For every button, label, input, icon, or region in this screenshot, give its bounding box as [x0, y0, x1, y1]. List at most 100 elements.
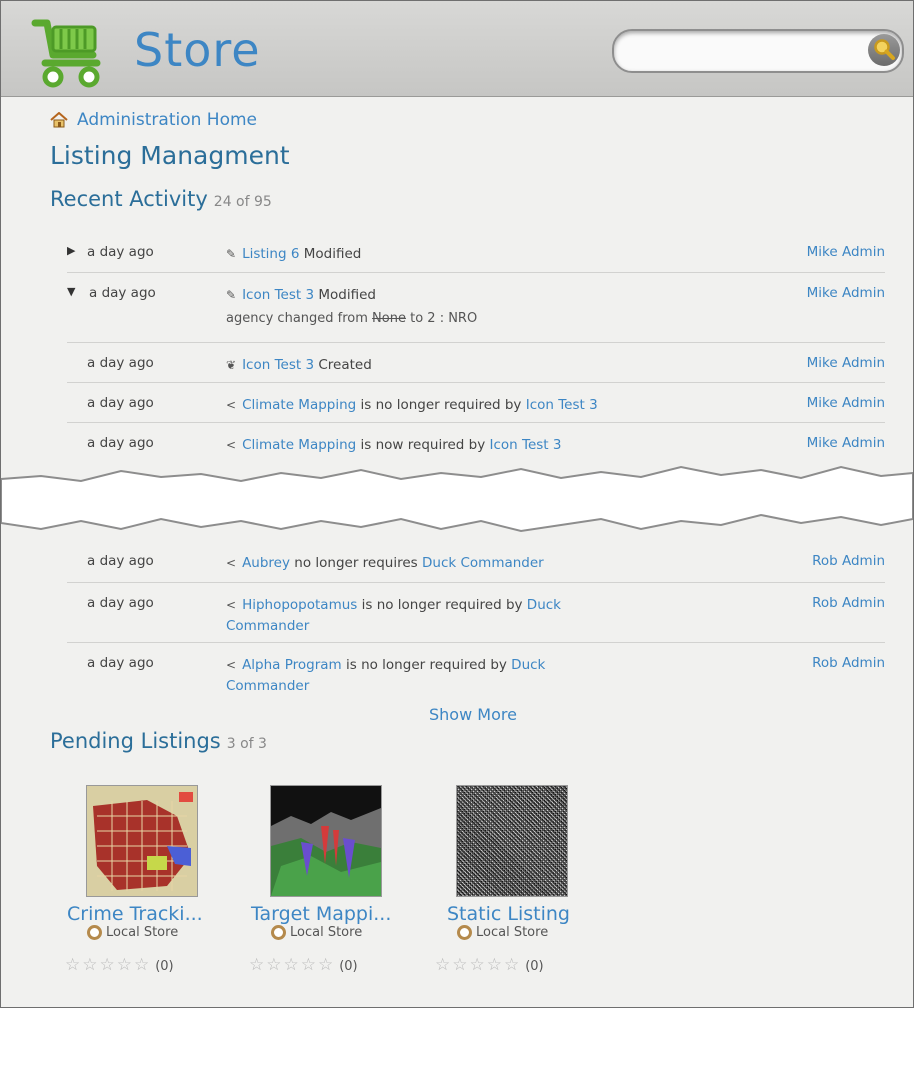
store-tag: Local Store [457, 925, 548, 940]
detail-old-value: None [372, 311, 406, 326]
star-icon[interactable]: ☆☆☆☆☆ [249, 955, 335, 975]
activity-description: < Climate Mapping is no longer required b… [226, 395, 646, 416]
leaf-icon: ❦ [226, 358, 237, 372]
store-name: Local Store [476, 925, 549, 940]
activity-row: a day ago < Climate Mapping is now requir… [67, 422, 885, 463]
rating-count: (0) [339, 959, 358, 974]
torn-paper-divider [1, 465, 913, 533]
activity-text: Created [314, 357, 372, 373]
activity-time: a day ago [87, 655, 154, 671]
activity-link-secondary[interactable]: Icon Test 3 [489, 437, 561, 453]
terrain-image [271, 786, 381, 896]
store-ring-icon [271, 925, 286, 940]
rating-count: (0) [525, 959, 544, 974]
activity-row: a day ago < Aubrey no longer requires Duc… [67, 541, 885, 581]
recent-activity-count: 24 of 95 [213, 194, 272, 210]
activity-row[interactable]: ▶ a day ago ✎ Listing 6 Modified Mike Adm… [67, 232, 885, 272]
listing-title[interactable]: Static Listing [447, 903, 570, 925]
activity-link[interactable]: Aubrey [242, 555, 290, 571]
search-button[interactable] [868, 34, 900, 66]
listing-title[interactable]: Target Mappi... [251, 903, 391, 925]
rating-count: (0) [155, 959, 174, 974]
activity-text: Modified [299, 246, 362, 262]
search-input[interactable] [632, 39, 866, 63]
listing-card[interactable]: Static Listing Local Store ☆☆☆☆☆ (0) [435, 785, 617, 985]
city-map-image [87, 786, 197, 896]
activity-user[interactable]: Mike Admin [807, 285, 885, 301]
recent-activity-title: Recent Activity [50, 187, 208, 211]
activity-text: no longer requires [289, 555, 422, 571]
activity-time: a day ago [87, 244, 154, 260]
activity-user[interactable]: Rob Admin [812, 595, 885, 611]
listing-card[interactable]: Crime Tracki... Local Store ☆☆☆☆☆ (0) [65, 785, 247, 985]
activity-description: < Climate Mapping is now required by Icon… [226, 435, 646, 456]
activity-detail: agency changed from None to 2 : NRO [226, 311, 477, 326]
star-icon[interactable]: ☆☆☆☆☆ [435, 955, 521, 975]
listing-card[interactable]: Target Mappi... Local Store ☆☆☆☆☆ (0) [249, 785, 431, 985]
activity-link[interactable]: Climate Mapping [242, 437, 356, 453]
listing-thumbnail[interactable] [86, 785, 198, 897]
activity-text: is no longer required by [356, 397, 526, 413]
activity-row[interactable]: ▼ a day ago ✎ Icon Test 3 Modified Mike A… [67, 272, 885, 343]
store-ring-icon [87, 925, 102, 940]
activity-row: a day ago < Hiphopopotamus is no longer r… [67, 582, 885, 643]
breadcrumb[interactable]: Administration Home [50, 110, 257, 130]
activity-user[interactable]: Mike Admin [807, 355, 885, 371]
store-ring-icon [457, 925, 472, 940]
activity-link[interactable]: Icon Test 3 [242, 357, 314, 373]
activity-link[interactable]: Icon Test 3 [242, 287, 314, 303]
activity-time: a day ago [87, 595, 154, 611]
activity-time: a day ago [89, 285, 156, 301]
activity-row: a day ago ❦ Icon Test 3 Created Mike Admi… [67, 342, 885, 383]
pending-listings-heading: Pending Listings 3 of 3 [50, 729, 267, 753]
activity-text: is now required by [356, 437, 490, 453]
activity-description: ✎ Listing 6 Modified [226, 244, 606, 265]
rating-stars[interactable]: ☆☆☆☆☆ (0) [435, 955, 544, 975]
store-title: Store [134, 23, 261, 77]
activity-link-secondary[interactable]: Icon Test 3 [526, 397, 598, 413]
activity-link-secondary[interactable]: Duck Commander [422, 555, 544, 571]
activity-description: < Hiphopopotamus is no longer required by… [226, 595, 596, 637]
search-box [612, 29, 904, 73]
activity-description: ✎ Icon Test 3 Modified [226, 285, 606, 306]
activity-text: is no longer required by [341, 657, 512, 673]
collapse-arrow-icon[interactable]: ▼ [67, 285, 75, 298]
recent-activity-heading: Recent Activity 24 of 95 [50, 187, 272, 211]
share-icon: < [226, 658, 237, 672]
activity-row: a day ago < Alpha Program is no longer re… [67, 642, 885, 699]
activity-text: Modified [314, 287, 376, 303]
listing-thumbnail[interactable] [270, 785, 382, 897]
rating-stars[interactable]: ☆☆☆☆☆ (0) [65, 955, 174, 975]
activity-user[interactable]: Rob Admin [812, 553, 885, 569]
magnifier-icon [874, 39, 895, 60]
shopping-cart-icon[interactable] [31, 13, 109, 89]
edit-icon: ✎ [226, 247, 237, 261]
rating-stars[interactable]: ☆☆☆☆☆ (0) [249, 955, 358, 975]
activity-link[interactable]: Climate Mapping [242, 397, 356, 413]
store-name: Local Store [106, 925, 179, 940]
activity-description: ❦ Icon Test 3 Created [226, 355, 606, 376]
activity-time: a day ago [87, 435, 154, 451]
breadcrumb-link[interactable]: Administration Home [77, 110, 257, 130]
activity-link[interactable]: Hiphopopotamus [242, 597, 357, 613]
activity-user[interactable]: Rob Admin [812, 655, 885, 671]
activity-link[interactable]: Alpha Program [242, 657, 342, 673]
expand-arrow-icon[interactable]: ▶ [67, 244, 75, 257]
activity-link[interactable]: Listing 6 [242, 246, 299, 262]
activity-user[interactable]: Mike Admin [807, 435, 885, 451]
store-window: Store Administration Home Listing Managm… [0, 0, 914, 1008]
star-icon[interactable]: ☆☆☆☆☆ [65, 955, 151, 975]
activity-text: is no longer required by [357, 597, 527, 613]
share-icon: < [226, 556, 237, 570]
activity-user[interactable]: Mike Admin [807, 244, 885, 260]
header: Store [1, 1, 913, 97]
activity-user[interactable]: Mike Admin [807, 395, 885, 411]
home-icon [50, 112, 68, 128]
listing-thumbnail[interactable] [456, 785, 568, 897]
show-more-link[interactable]: Show More [429, 705, 517, 724]
store-tag: Local Store [271, 925, 362, 940]
activity-row: a day ago < Climate Mapping is no longer … [67, 382, 885, 423]
pending-listings-count: 3 of 3 [226, 736, 267, 752]
listing-title[interactable]: Crime Tracki... [67, 903, 203, 925]
detail-suffix: to 2 : NRO [405, 311, 478, 326]
